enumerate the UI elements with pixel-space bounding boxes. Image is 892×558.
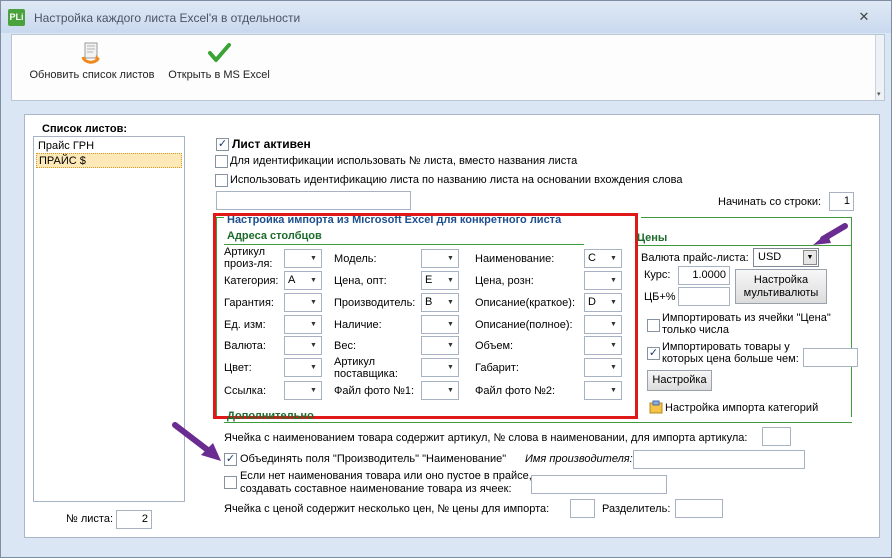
rate-field[interactable]: 1.0000 xyxy=(678,266,730,285)
checkmark-icon xyxy=(208,43,231,62)
import-only-numbers-checkbox[interactable] xyxy=(647,319,660,332)
app-icon: PLi xyxy=(8,9,25,26)
import-above-field[interactable] xyxy=(803,348,858,367)
additional-header: Дополнительно xyxy=(227,410,314,422)
open-in-excel-button[interactable]: Открыть в MS Excel xyxy=(166,39,272,97)
merge-checkbox[interactable]: ✓ xyxy=(224,453,237,466)
refresh-sheets-button[interactable]: Обновить список листов xyxy=(24,39,160,97)
compose-name-checkbox[interactable] xyxy=(224,476,237,489)
by-name-field[interactable] xyxy=(216,191,411,210)
manufacturer-name-field[interactable] xyxy=(633,450,805,469)
cb-field[interactable] xyxy=(678,287,730,306)
cb-label: ЦБ+% xyxy=(644,291,676,303)
scroll-down-icon[interactable]: ▾ xyxy=(877,90,881,98)
multi-price-field[interactable] xyxy=(570,499,595,518)
toolbar-scrollbar[interactable]: ▾ xyxy=(875,35,884,100)
rate-label: Курс: xyxy=(644,269,671,281)
import-above-checkbox[interactable]: ✓ xyxy=(647,347,660,360)
active-checkbox[interactable]: ✓ xyxy=(216,138,229,151)
toolbar: Обновить список листов Открыть в MS Exce… xyxy=(11,34,885,101)
compose-name-label-1: Если нет наименования товара или оно пус… xyxy=(240,470,532,482)
compose-name-label-2: создавать составное наименование товара … xyxy=(240,483,512,495)
currency-label: Валюта прайс-листа: xyxy=(641,252,749,264)
chevron-down-icon[interactable]: ▼ xyxy=(803,250,817,265)
multicurrency-button[interactable]: Настройка мультивалюты xyxy=(735,269,827,304)
by-name-label: Использовать идентификацию листа по назв… xyxy=(230,174,683,186)
use-number-label: Для идентификации использовать № листа, … xyxy=(230,155,578,167)
open-in-excel-label: Открыть в MS Excel xyxy=(168,69,270,81)
categories-import-button[interactable]: Настройка импорта категорий xyxy=(665,402,818,414)
refresh-sheets-icon xyxy=(81,42,100,64)
list-item[interactable]: Прайс ГРН xyxy=(36,139,182,153)
import-above-label: Импортировать товары у которых цена боль… xyxy=(662,341,799,365)
annotation-arrow-icon xyxy=(813,223,848,245)
start-row-label: Начинать со строки: xyxy=(718,196,822,208)
import-group-right-border xyxy=(851,217,852,417)
merge-label: Объединять поля "Производитель" "Наимено… xyxy=(240,453,507,465)
import-only-numbers-label: Импортировать из ячейки "Цена" только чи… xyxy=(662,312,831,336)
use-number-checkbox[interactable] xyxy=(215,155,228,168)
title-bar: PLi Настройка каждого листа Excel'я в от… xyxy=(1,1,891,33)
sheet-number-field[interactable]: 2 xyxy=(116,510,152,529)
close-button[interactable]: ✕ xyxy=(855,9,873,25)
sheet-list[interactable]: Прайс ГРН ПРАЙС $ xyxy=(33,136,185,502)
window: PLi Настройка каждого листа Excel'я в от… xyxy=(0,0,892,558)
settings-button[interactable]: Настройка xyxy=(647,370,712,391)
currency-select[interactable]: USD ▼ xyxy=(753,248,819,267)
categories-icon xyxy=(649,400,663,414)
manufacturer-name-label: Имя производителя: xyxy=(525,453,633,465)
active-label: Лист активен xyxy=(232,137,311,151)
sheet-number-label: № листа: xyxy=(66,513,114,525)
multi-price-label: Ячейка с ценой содержит несколько цен, №… xyxy=(224,503,550,515)
separator-field[interactable] xyxy=(675,499,723,518)
window-title: Настройка каждого листа Excel'я в отдель… xyxy=(34,11,301,25)
import-group-top-line xyxy=(641,217,851,218)
refresh-sheets-label: Обновить список листов xyxy=(29,69,155,81)
article-label: Ячейка с наименованием товара содержит а… xyxy=(224,432,748,444)
separator-label: Разделитель: xyxy=(602,503,671,515)
highlight-box xyxy=(213,213,638,419)
list-item-selected[interactable]: ПРАЙС $ xyxy=(36,153,182,168)
article-field[interactable] xyxy=(762,427,791,446)
sheet-list-header: Список листов: xyxy=(42,123,128,135)
by-name-checkbox[interactable] xyxy=(215,174,228,187)
start-row-field[interactable]: 1 xyxy=(829,192,854,211)
compose-name-field[interactable] xyxy=(531,475,667,494)
annotation-arrow-icon xyxy=(172,422,221,461)
prices-header: Цены xyxy=(637,232,668,244)
additional-header-line xyxy=(224,422,852,423)
